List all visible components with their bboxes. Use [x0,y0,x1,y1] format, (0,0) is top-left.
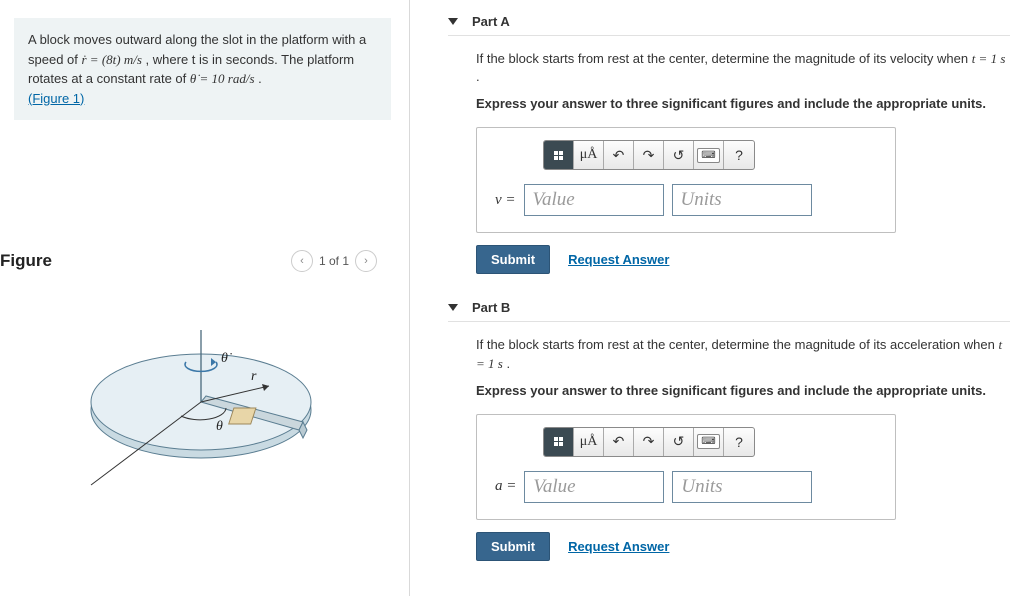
equation-rdot: ṙ = (8t) m/s [82,52,142,67]
input-row: v = Value Units [495,184,877,216]
templates-button[interactable] [544,428,574,456]
redo-button[interactable]: ↷ [634,141,664,169]
templates-button[interactable] [544,141,574,169]
right-column: Part A If the block starts from rest at … [410,0,1024,596]
special-chars-button[interactable]: μÅ [574,428,604,456]
keyboard-icon: ⌨ [697,148,719,163]
variable-label: a = [495,478,516,495]
undo-button[interactable]: ↶ [604,428,634,456]
help-button[interactable]: ? [724,141,754,169]
format-toolbar: μÅ ↶ ↷ ↺ ⌨ ? [543,427,755,457]
part-title: Part A [472,14,510,29]
label-r: r [251,369,257,384]
pager-prev-button[interactable]: ‹ [291,250,313,272]
keyboard-button[interactable]: ⌨ [694,141,724,169]
figure-title: Figure [0,251,52,271]
part-body: If the block starts from rest at the cen… [448,336,1010,560]
units-input[interactable]: Units [672,471,812,503]
input-row: a = Value Units [495,471,877,503]
part-b: Part B If the block starts from rest at … [448,300,1010,560]
part-header[interactable]: Part A [448,14,1010,36]
variable-label: v = [495,192,516,209]
part-body: If the block starts from rest at the cen… [448,50,1010,274]
instructions: Express your answer to three significant… [476,383,1010,398]
problem-text: . [258,71,262,86]
figure-pager: ‹ 1 of 1 › [291,250,377,272]
redo-button[interactable]: ↷ [634,428,664,456]
value-input[interactable]: Value [524,471,664,503]
undo-button[interactable]: ↶ [604,141,634,169]
prompt-text: If the block starts from rest at the cen… [476,336,1010,372]
format-toolbar: μÅ ↶ ↷ ↺ ⌨ ? [543,140,755,170]
collapse-icon[interactable] [448,304,458,311]
label-theta: θ [216,419,223,434]
request-answer-link[interactable]: Request Answer [568,539,669,554]
problem-statement: A block moves outward along the slot in … [14,18,391,120]
request-answer-link[interactable]: Request Answer [568,252,669,267]
prompt-eq: t = 1 s [972,51,1006,66]
pager-next-button[interactable]: › [355,250,377,272]
submit-button[interactable]: Submit [476,245,550,274]
keyboard-button[interactable]: ⌨ [694,428,724,456]
part-title: Part B [472,300,510,315]
equation-thetadot: θ̇ = 10 rad/s [190,71,255,86]
answer-frame: μÅ ↶ ↷ ↺ ⌨ ? v = Value Units [476,127,896,233]
figure-canvas: θ̇ r θ [0,300,391,500]
left-column: A block moves outward along the slot in … [0,0,410,596]
figure-diagram: θ̇ r θ [51,300,341,500]
reset-button[interactable]: ↺ [664,428,694,456]
instructions: Express your answer to three significant… [476,96,1010,111]
units-input[interactable]: Units [672,184,812,216]
figure-header: Figure ‹ 1 of 1 › [0,250,391,272]
reset-button[interactable]: ↺ [664,141,694,169]
answer-frame: μÅ ↶ ↷ ↺ ⌨ ? a = Value Units [476,414,896,520]
value-input[interactable]: Value [524,184,664,216]
collapse-icon[interactable] [448,18,458,25]
submit-button[interactable]: Submit [476,532,550,561]
actions-row: Submit Request Answer [476,532,1010,561]
help-button[interactable]: ? [724,428,754,456]
special-chars-button[interactable]: μÅ [574,141,604,169]
pager-label: 1 of 1 [319,254,349,268]
prompt-text: If the block starts from rest at the cen… [476,50,1010,86]
keyboard-icon: ⌨ [697,434,719,449]
actions-row: Submit Request Answer [476,245,1010,274]
figure-link[interactable]: (Figure 1) [28,91,84,106]
part-header[interactable]: Part B [448,300,1010,322]
part-a: Part A If the block starts from rest at … [448,14,1010,274]
